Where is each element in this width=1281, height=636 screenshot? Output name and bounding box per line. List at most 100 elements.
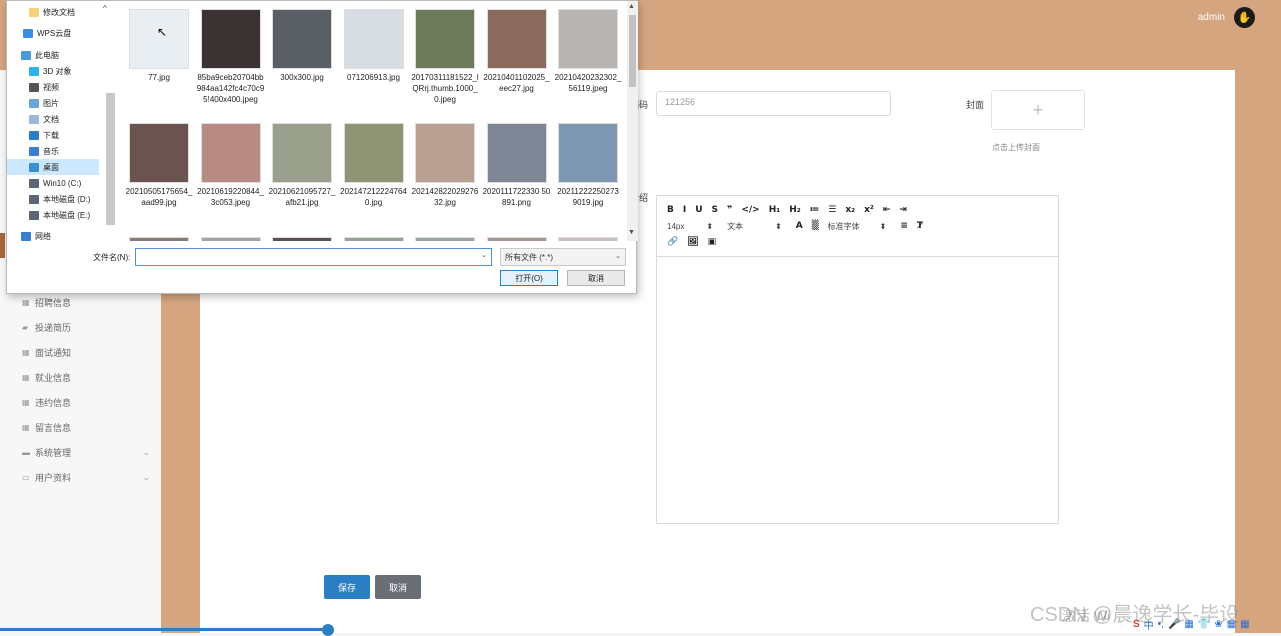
- file-item[interactable]: 20210420232302_56119.jpeg: [554, 9, 622, 94]
- toolbar-button[interactable]: H₂: [789, 205, 800, 215]
- align-button[interactable]: ≡: [900, 221, 908, 231]
- sidebar-item[interactable]: ▦ 面试通知: [22, 340, 150, 365]
- cancel-button[interactable]: 取消: [375, 575, 421, 599]
- nav-item[interactable]: 下载: [7, 127, 99, 143]
- tray-icon[interactable]: •,: [1158, 619, 1164, 630]
- toolbar-button[interactable]: x²: [864, 205, 874, 215]
- filetype-select[interactable]: 所有文件 (*.*) ⌄: [500, 248, 626, 266]
- file-item[interactable]: 20210621095727_afb21.jpg: [268, 123, 336, 208]
- toolbar-button[interactable]: 🖼: [687, 237, 698, 247]
- file-item[interactable]: 300x300.jpg: [268, 9, 336, 83]
- tray-icon[interactable]: ▦: [1184, 619, 1193, 630]
- toolbar-button[interactable]: x₂: [845, 205, 855, 215]
- file-item[interactable]: 20211222250273 9019.jpg: [554, 123, 622, 208]
- toolbar-button[interactable]: ❞: [727, 205, 732, 215]
- editor-body[interactable]: [657, 257, 1058, 523]
- sidebar-item[interactable]: ▭ 用户资料 ⌄: [22, 465, 150, 490]
- file-item[interactable]: 20214282202927632.jpg: [411, 123, 479, 208]
- rich-text-editor[interactable]: B I U S ❞ </> H₁ H₂ ≔ ☰ x₂ x² ⇤ ⇥ 14px ⬍ 文本 ⬍ A ▒ 标准字体 ⬍…: [656, 195, 1059, 524]
- monitor-icon: ▬: [22, 447, 30, 457]
- nav-item[interactable]: 文档: [7, 111, 99, 127]
- nav-item[interactable]: Win10 (C:): [7, 175, 99, 191]
- ime-icon[interactable]: S: [1133, 619, 1140, 630]
- tray-icon[interactable]: 中: [1144, 617, 1154, 632]
- nav-item[interactable]: 图片: [7, 95, 99, 111]
- sidebar-item[interactable]: ▰ 投递简历: [22, 315, 150, 340]
- nav-item[interactable]: 本地磁盘 (D:): [7, 191, 99, 207]
- toolbar-button[interactable]: ⇤: [883, 205, 891, 215]
- toolbar-button[interactable]: ⇥: [899, 205, 907, 215]
- open-button[interactable]: 打开(O): [500, 270, 558, 286]
- folder-icon: [29, 66, 39, 76]
- sidebar-item[interactable]: ▦ 留言信息: [22, 415, 150, 440]
- nav-item[interactable]: 此电脑: [7, 47, 99, 63]
- font-family-select[interactable]: 标准字体 ⬍: [828, 221, 887, 232]
- scroll-up-icon[interactable]: ▲: [628, 3, 635, 10]
- tray-icon[interactable]: ❀: [1214, 619, 1222, 630]
- file-item[interactable]: 77.jpg: [125, 9, 193, 83]
- file-item[interactable]: 2020111722330 50891.png: [483, 123, 551, 208]
- font-color-button[interactable]: A: [796, 221, 803, 231]
- file-item[interactable]: [340, 237, 408, 241]
- nav-item[interactable]: 音乐: [7, 143, 99, 159]
- avatar[interactable]: ✋: [1234, 7, 1255, 28]
- user-name[interactable]: admin: [1198, 12, 1225, 23]
- sidebar-item[interactable]: ▦ 就业信息: [22, 365, 150, 390]
- file-item[interactable]: [411, 237, 479, 241]
- nav-scrollbar[interactable]: [106, 93, 115, 225]
- clear-format-button[interactable]: T̷: [917, 221, 923, 231]
- file-item[interactable]: 20210505175654_aad99.jpg: [125, 123, 193, 208]
- filename-input[interactable]: [135, 248, 492, 266]
- toolbar-button[interactable]: I: [683, 205, 686, 215]
- background-color-button[interactable]: ▒: [812, 221, 819, 231]
- toolbar-button[interactable]: ≔: [810, 205, 820, 215]
- nav-item[interactable]: 本地磁盘 (E:): [7, 207, 99, 223]
- chevron-up-icon[interactable]: ^: [103, 4, 107, 13]
- save-button[interactable]: 保存: [324, 575, 370, 599]
- sidebar-item[interactable]: ▦ 违约信息: [22, 390, 150, 415]
- file-item[interactable]: 20170311181522_lQRrj.thumb.1000_0.jpeg: [411, 9, 479, 105]
- folder-icon: [29, 130, 39, 140]
- tray-icon[interactable]: 👕: [1198, 619, 1210, 630]
- file-item[interactable]: 071206913.jpg: [340, 9, 408, 83]
- toolbar-button[interactable]: ▣: [708, 237, 717, 247]
- file-item[interactable]: [125, 237, 193, 241]
- font-size-select[interactable]: 14px ⬍: [667, 222, 713, 231]
- file-item[interactable]: [268, 237, 336, 241]
- nav-item[interactable]: 3D 对象: [7, 63, 99, 79]
- nav-item[interactable]: 修改文档: [7, 4, 99, 20]
- scroll-thumb[interactable]: [629, 15, 636, 87]
- file-item[interactable]: [483, 237, 551, 241]
- file-item[interactable]: 20210401102025_eec27.jpg: [483, 9, 551, 94]
- file-item[interactable]: [197, 237, 265, 241]
- nav-item[interactable]: 视频: [7, 79, 99, 95]
- nav-item[interactable]: WPS云盘: [7, 25, 99, 41]
- tray-icon[interactable]: 🎤: [1168, 619, 1180, 630]
- chevron-down-icon[interactable]: ⌄: [481, 251, 487, 259]
- nav-item[interactable]: 网络: [7, 228, 99, 244]
- file-scrollbar[interactable]: ▲ ▼: [627, 1, 638, 241]
- toolbar-button[interactable]: S: [712, 205, 718, 215]
- nav-item[interactable]: 桌面: [7, 159, 99, 175]
- toolbar-button[interactable]: H₁: [769, 205, 780, 215]
- toolbar-button[interactable]: 🔗: [667, 237, 678, 247]
- toolbar-button[interactable]: ☰: [828, 205, 836, 215]
- cover-upload[interactable]: +: [991, 90, 1085, 130]
- file-item[interactable]: 2021472122247640.jpg: [340, 123, 408, 208]
- sidebar-item-label: 用户资料: [35, 473, 72, 483]
- scroll-down-icon[interactable]: ▼: [628, 229, 635, 236]
- toolbar-button[interactable]: </>: [741, 205, 759, 215]
- code-input[interactable]: 121256: [656, 91, 891, 116]
- tray-icon[interactable]: ▦: [1227, 619, 1236, 630]
- sidebar-item[interactable]: ▬ 系统管理 ⌄: [22, 440, 150, 465]
- file-item[interactable]: [554, 237, 622, 241]
- dialog-cancel-button[interactable]: 取消: [567, 270, 625, 286]
- block-format-select[interactable]: 文本 ⬍: [727, 221, 782, 232]
- sidebar-item-label: 违约信息: [35, 398, 72, 408]
- tray-icon[interactable]: ▦: [1240, 619, 1249, 630]
- file-item[interactable]: 85ba9ceb20704bb984aa142fc4c70c95!400x400…: [197, 9, 265, 105]
- file-item[interactable]: 20210619220844_3c053.jpeg: [197, 123, 265, 208]
- toolbar-button[interactable]: B: [667, 205, 674, 215]
- progress-knob[interactable]: [322, 624, 334, 636]
- toolbar-button[interactable]: U: [695, 205, 702, 215]
